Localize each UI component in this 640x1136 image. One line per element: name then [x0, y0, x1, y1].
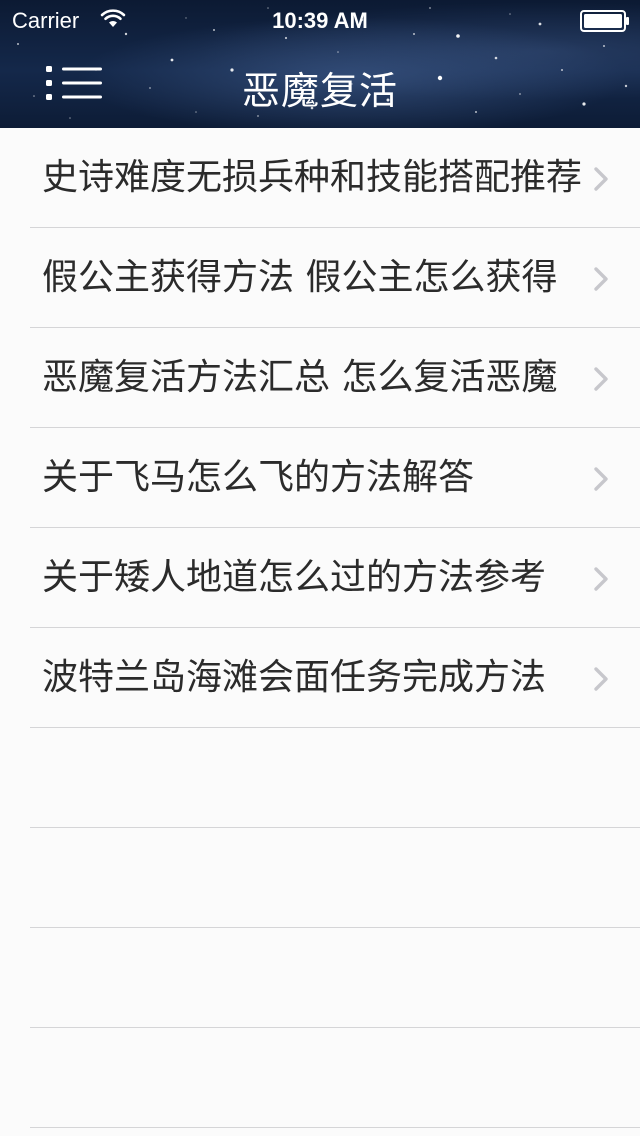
list-item-label: 关于飞马怎么飞的方法解答 — [42, 457, 475, 498]
chevron-right-icon — [594, 167, 608, 191]
list-item[interactable]: 史诗难度无损兵种和技能搭配推荐 — [0, 128, 640, 228]
empty-list-row — [0, 728, 640, 828]
status-bar: Carrier 10:39 AM — [0, 0, 640, 40]
empty-list-row — [0, 928, 640, 1028]
list-item[interactable]: 假公主获得方法 假公主怎么获得 — [0, 228, 640, 328]
article-list: 史诗难度无损兵种和技能搭配推荐 假公主获得方法 假公主怎么获得 恶魔复活方法汇总… — [0, 128, 640, 1128]
list-item[interactable]: 关于飞马怎么飞的方法解答 — [0, 428, 640, 528]
list-item-label: 史诗难度无损兵种和技能搭配推荐 — [42, 157, 583, 198]
chevron-right-icon — [594, 367, 608, 391]
list-item-label: 波特兰岛海滩会面任务完成方法 — [42, 657, 547, 698]
navigation-header: Carrier 10:39 AM 恶魔复活 — [0, 0, 640, 128]
chevron-right-icon — [594, 467, 608, 491]
list-item-label: 假公主获得方法 假公主怎么获得 — [42, 257, 558, 298]
chevron-right-icon — [594, 567, 608, 591]
list-item[interactable]: 关于矮人地道怎么过的方法参考 — [0, 528, 640, 628]
page-title: 恶魔复活 — [241, 69, 398, 113]
empty-list-row — [0, 1028, 640, 1128]
list-item-label: 关于矮人地道怎么过的方法参考 — [42, 557, 547, 598]
row-divider — [30, 1127, 640, 1128]
list-item-label: 恶魔复活方法汇总 怎么复活恶魔 — [42, 357, 558, 398]
list-item[interactable]: 恶魔复活方法汇总 怎么复活恶魔 — [0, 328, 640, 428]
chevron-right-icon — [594, 267, 608, 291]
list-item[interactable]: 波特兰岛海滩会面任务完成方法 — [0, 628, 640, 728]
status-time: 10:39 AM — [272, 8, 368, 33]
app-screen: Carrier 10:39 AM 恶魔复活 史诗难度无损兵种和技能搭配推荐 假公… — [0, 0, 640, 1136]
chevron-right-icon — [594, 667, 608, 691]
battery-icon — [580, 10, 629, 32]
empty-list-row — [0, 828, 640, 928]
